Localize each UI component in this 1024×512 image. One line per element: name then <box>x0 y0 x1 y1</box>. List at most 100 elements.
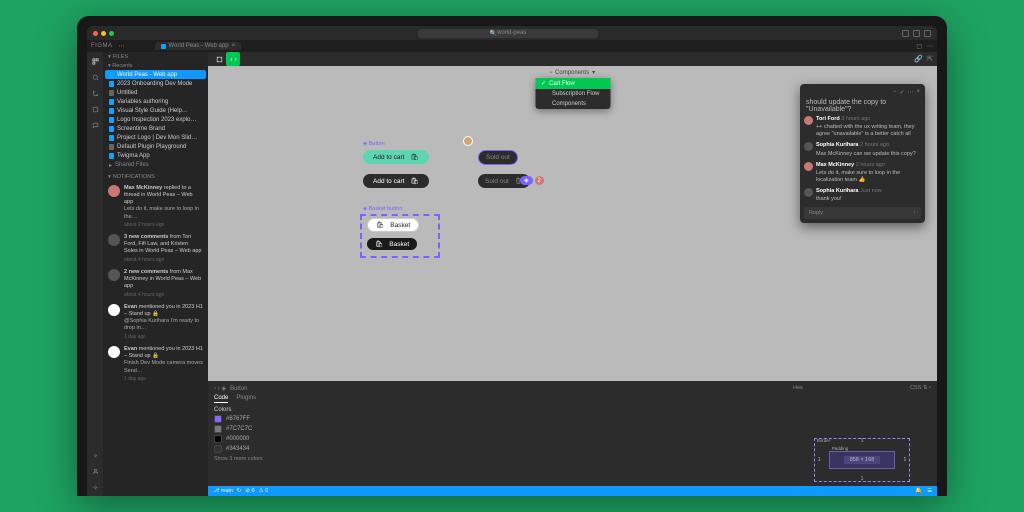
tab-code[interactable]: Code <box>214 395 228 403</box>
notification-item[interactable]: Evan mentioned you in 2023 H1 – Stand up… <box>103 343 208 385</box>
color-item[interactable]: #7C7C7C <box>214 425 781 433</box>
file-item[interactable]: Visual Style Guide (Help… <box>105 106 206 115</box>
layer-breadcrumb[interactable]: ▫ › ◈ Button <box>214 385 781 392</box>
comment: Tori Ford 3 hours ago++ chatted with the… <box>804 114 921 140</box>
page-option[interactable]: Subscription Flow <box>535 89 610 99</box>
file-icon <box>161 44 166 49</box>
close-icon[interactable]: × <box>916 89 920 96</box>
file-item[interactable]: ▸ Shared Files <box>105 160 206 170</box>
inspect-panel: ▫ › ◈ Button Code Plugins Colors #8767FF… <box>208 381 937 486</box>
cursor-presence: ◈2 <box>520 176 544 185</box>
hex-label: Hex <box>793 385 803 391</box>
sync-icon[interactable]: ↻ <box>237 488 242 494</box>
box-model: Border 1 Padding 858 × 168 1 1 1 <box>793 438 931 482</box>
component-label: ◈ Button <box>363 141 385 147</box>
comment: Sophia Kurihara 2 hours agoMax McKinney … <box>804 140 921 159</box>
color-item[interactable]: #000000 <box>214 435 781 443</box>
sidebar: ▾ FILES ▾ Recents World Peas - Web app 2… <box>103 52 208 496</box>
file-item[interactable]: 2023 Onboarding Dev Mode <box>105 79 206 88</box>
close-window[interactable] <box>93 31 98 36</box>
color-item[interactable]: #343434 <box>214 445 781 453</box>
file-item[interactable]: Untitled <box>105 88 206 97</box>
tab-title: World Peas - Web app <box>169 43 229 49</box>
new-tab-icon[interactable]: ▢ <box>916 43 922 50</box>
color-item[interactable]: #8767FF <box>214 415 781 423</box>
comment-body: should update the copy to "Unavailable"? <box>804 98 921 114</box>
button-variant-add-dark[interactable]: Add to cart 🛍 <box>363 174 429 188</box>
warning-icon[interactable]: ⚠ 0 <box>259 488 269 494</box>
file-item[interactable]: World Peas - Web app <box>105 70 206 79</box>
cursor-avatar <box>463 136 473 146</box>
basket-button-dark[interactable]: 🛍 Basket <box>367 238 417 250</box>
expand-icon[interactable]: ⋯ <box>927 43 933 50</box>
file-item[interactable]: Twigma App <box>105 151 206 160</box>
file-item[interactable]: Default Plugin Playground <box>105 142 206 151</box>
toolbar: 🔗 ⇱ <box>208 52 937 66</box>
status-bar: ⎇ main ↻ ⊘ 0 ⚠ 0 🔔 ☰ <box>208 486 937 496</box>
page-option[interactable]: ✓ Cart Flow <box>535 78 610 89</box>
feedback-icon[interactable]: ☰ <box>927 488 932 494</box>
figma-icon[interactable] <box>90 450 100 460</box>
send-icon[interactable]: ↑ <box>913 210 916 216</box>
app-name: FIGMA <box>91 43 113 49</box>
bag-icon: 🛍 <box>410 153 418 161</box>
error-icon[interactable]: ⊘ 0 <box>245 488 254 494</box>
bag-icon: 🛍 <box>376 221 384 229</box>
dev-mode-toggle[interactable] <box>226 52 240 66</box>
tab-plugins[interactable]: Plugins <box>236 395 256 403</box>
resolve-icon[interactable]: ✓ <box>899 89 904 96</box>
css-dropdown[interactable]: CSS <box>910 385 921 391</box>
notifications-section-header[interactable]: ▾ NOTIFICATIONS <box>103 172 208 182</box>
activity-rail <box>87 52 103 496</box>
page-selector[interactable]: ▫ Components ▾ <box>550 69 595 76</box>
close-tab-icon[interactable]: × <box>232 43 236 49</box>
comment-thread: −✓⋯× should update the copy to "Unavaila… <box>800 84 925 223</box>
button-variant-soldout[interactable]: Sold out <box>478 150 518 165</box>
comment-icon[interactable] <box>90 120 100 130</box>
prev-icon[interactable]: − <box>893 89 897 96</box>
show-more-colors[interactable]: Show 3 more colors <box>214 456 781 462</box>
address-bar[interactable]: 🔍 world-peas <box>418 29 598 38</box>
button-variant-add[interactable]: Add to cart 🛍 <box>363 150 429 164</box>
search-icon[interactable] <box>90 72 100 82</box>
bag-icon: 🛍 <box>410 177 418 185</box>
file-item[interactable]: Logo Inspection 2023 explo… <box>105 115 206 124</box>
os-titlebar: 🔍 world-peas <box>87 26 937 40</box>
plugin-icon[interactable] <box>90 104 100 114</box>
expand-panel-icon[interactable]: ⇱ <box>927 55 933 63</box>
file-item[interactable]: Variables authoring <box>105 97 206 106</box>
notification-item[interactable]: Max McKinney replied to a thread in Worl… <box>103 182 208 231</box>
basket-button-light[interactable]: 🛍 Basket <box>367 218 419 232</box>
active-tab[interactable]: World Peas - Web app × <box>155 42 242 50</box>
files-section-header[interactable]: ▾ FILES <box>103 52 208 62</box>
tabs-menu-icon[interactable]: ⋯ <box>119 43 125 50</box>
link-icon[interactable]: 🔗 <box>914 55 923 63</box>
branch-icon[interactable] <box>90 88 100 98</box>
recents-group[interactable]: ▾ Recents <box>103 62 208 70</box>
settings-icon[interactable] <box>90 482 100 492</box>
branch-indicator[interactable]: ⎇ main <box>213 488 233 494</box>
file-item[interactable]: Project Logo | Dev Mon Slid… <box>105 133 206 142</box>
notification-item[interactable]: 2 new comments from Max McKinney in Worl… <box>103 266 208 301</box>
inspect-tabs: Code Plugins <box>214 395 781 403</box>
more-icon[interactable]: ⋯ <box>907 89 913 96</box>
files-icon[interactable] <box>90 56 100 66</box>
notification-item[interactable]: Evan mentioned you in 2023 H1 – Stand up… <box>103 301 208 343</box>
page-option[interactable]: Components <box>535 99 610 109</box>
window-layout-icons[interactable] <box>902 30 931 37</box>
maximize-window[interactable] <box>109 31 114 36</box>
notification-item[interactable]: 3 new comments from Tori Ford, Fifi Law,… <box>103 231 208 266</box>
bag-icon: 🛍 <box>375 240 383 248</box>
dimensions: 858 × 168 <box>844 456 881 464</box>
account-icon[interactable] <box>90 466 100 476</box>
design-canvas[interactable]: ▫ Components ▾ ✓ Cart Flow Subscription … <box>208 66 937 381</box>
comment: Sophia Kurihara Just nowthank you! <box>804 186 921 205</box>
reply-input[interactable]: Reply↑ <box>804 207 921 219</box>
component-label: ◈ Basket button <box>363 206 402 212</box>
minimize-window[interactable] <box>101 31 106 36</box>
notifications-icon[interactable]: 🔔 <box>915 488 922 494</box>
comment: Max McKinney 2 hours agoLets do it, make… <box>804 160 921 186</box>
inspect-tool[interactable] <box>212 52 226 66</box>
page-dropdown: ✓ Cart Flow Subscription Flow Components <box>535 78 610 109</box>
file-item[interactable]: Screentime Brand <box>105 124 206 133</box>
